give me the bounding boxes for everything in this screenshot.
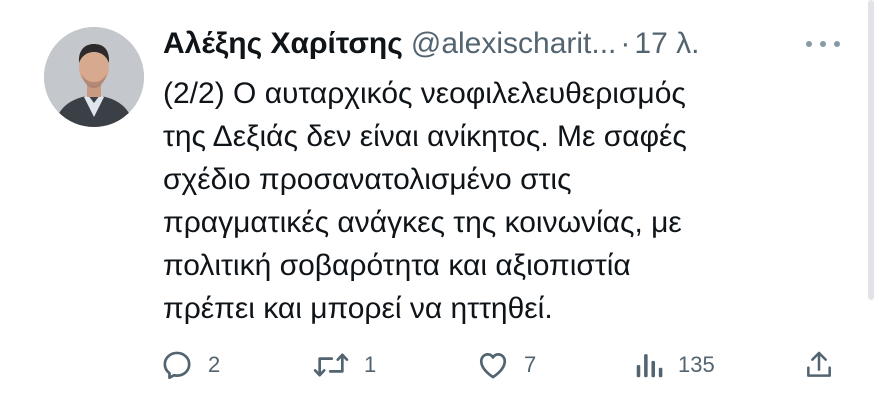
tweet-text-line: σχέδιο προσανατολισμένο στις	[163, 163, 572, 196]
retweet-icon	[313, 353, 349, 377]
retweet-button[interactable]: 1	[312, 340, 376, 390]
like-button[interactable]: 7	[476, 340, 536, 390]
reply-button[interactable]: 2	[160, 340, 220, 390]
display-name[interactable]: Αλέξης Χαρίτσης	[163, 27, 403, 60]
action-bar: 2 1 7 135	[0, 340, 880, 390]
user-handle[interactable]: @alexischarit...	[411, 27, 617, 60]
more-dot	[820, 41, 826, 47]
tweet[interactable]: Αλέξης Χαρίτσης @alexischarit... · 17 λ. (2…	[0, 0, 880, 411]
heart-icon	[479, 353, 507, 379]
share-button[interactable]	[803, 340, 835, 390]
views-count: 135	[678, 352, 715, 377]
tweet-text: (2/2) Ο αυταρχικός νεοφιλελευθερισμός τη…	[163, 72, 843, 330]
timestamp[interactable]: 17 λ.	[634, 27, 699, 60]
retweet-count: 1	[364, 352, 377, 377]
scrollbar[interactable]	[868, 0, 874, 300]
tweet-header: Αλέξης Χαρίτσης @alexischarit... · 17 λ.	[163, 24, 863, 64]
share-icon	[807, 351, 831, 377]
more-dot	[834, 41, 840, 47]
reply-count: 2	[208, 352, 221, 377]
views-icon	[636, 354, 663, 378]
tweet-text-line: πραγματικές ανάγκες της κοινωνίας, με	[163, 206, 682, 239]
more-dot	[806, 41, 812, 47]
avatar-photo	[44, 27, 144, 127]
separator-dot: ·	[620, 27, 631, 60]
tweet-text-line: πρέπει και μπορεί να ηττηθεί.	[163, 292, 553, 325]
reply-icon	[163, 351, 191, 380]
avatar[interactable]	[44, 27, 144, 127]
views-button[interactable]: 135	[634, 340, 715, 390]
tweet-text-line: (2/2) Ο αυταρχικός νεοφιλελευθερισμός	[163, 77, 686, 110]
tweet-text-line: της Δεξιάς δεν είναι ανίκητος. Με σαφές	[163, 120, 687, 153]
more-options-icon[interactable]	[806, 34, 840, 54]
tweet-text-line: πολιτική σοβαρότητα και αξιοπιστία	[163, 249, 631, 282]
like-count: 7	[524, 352, 537, 377]
